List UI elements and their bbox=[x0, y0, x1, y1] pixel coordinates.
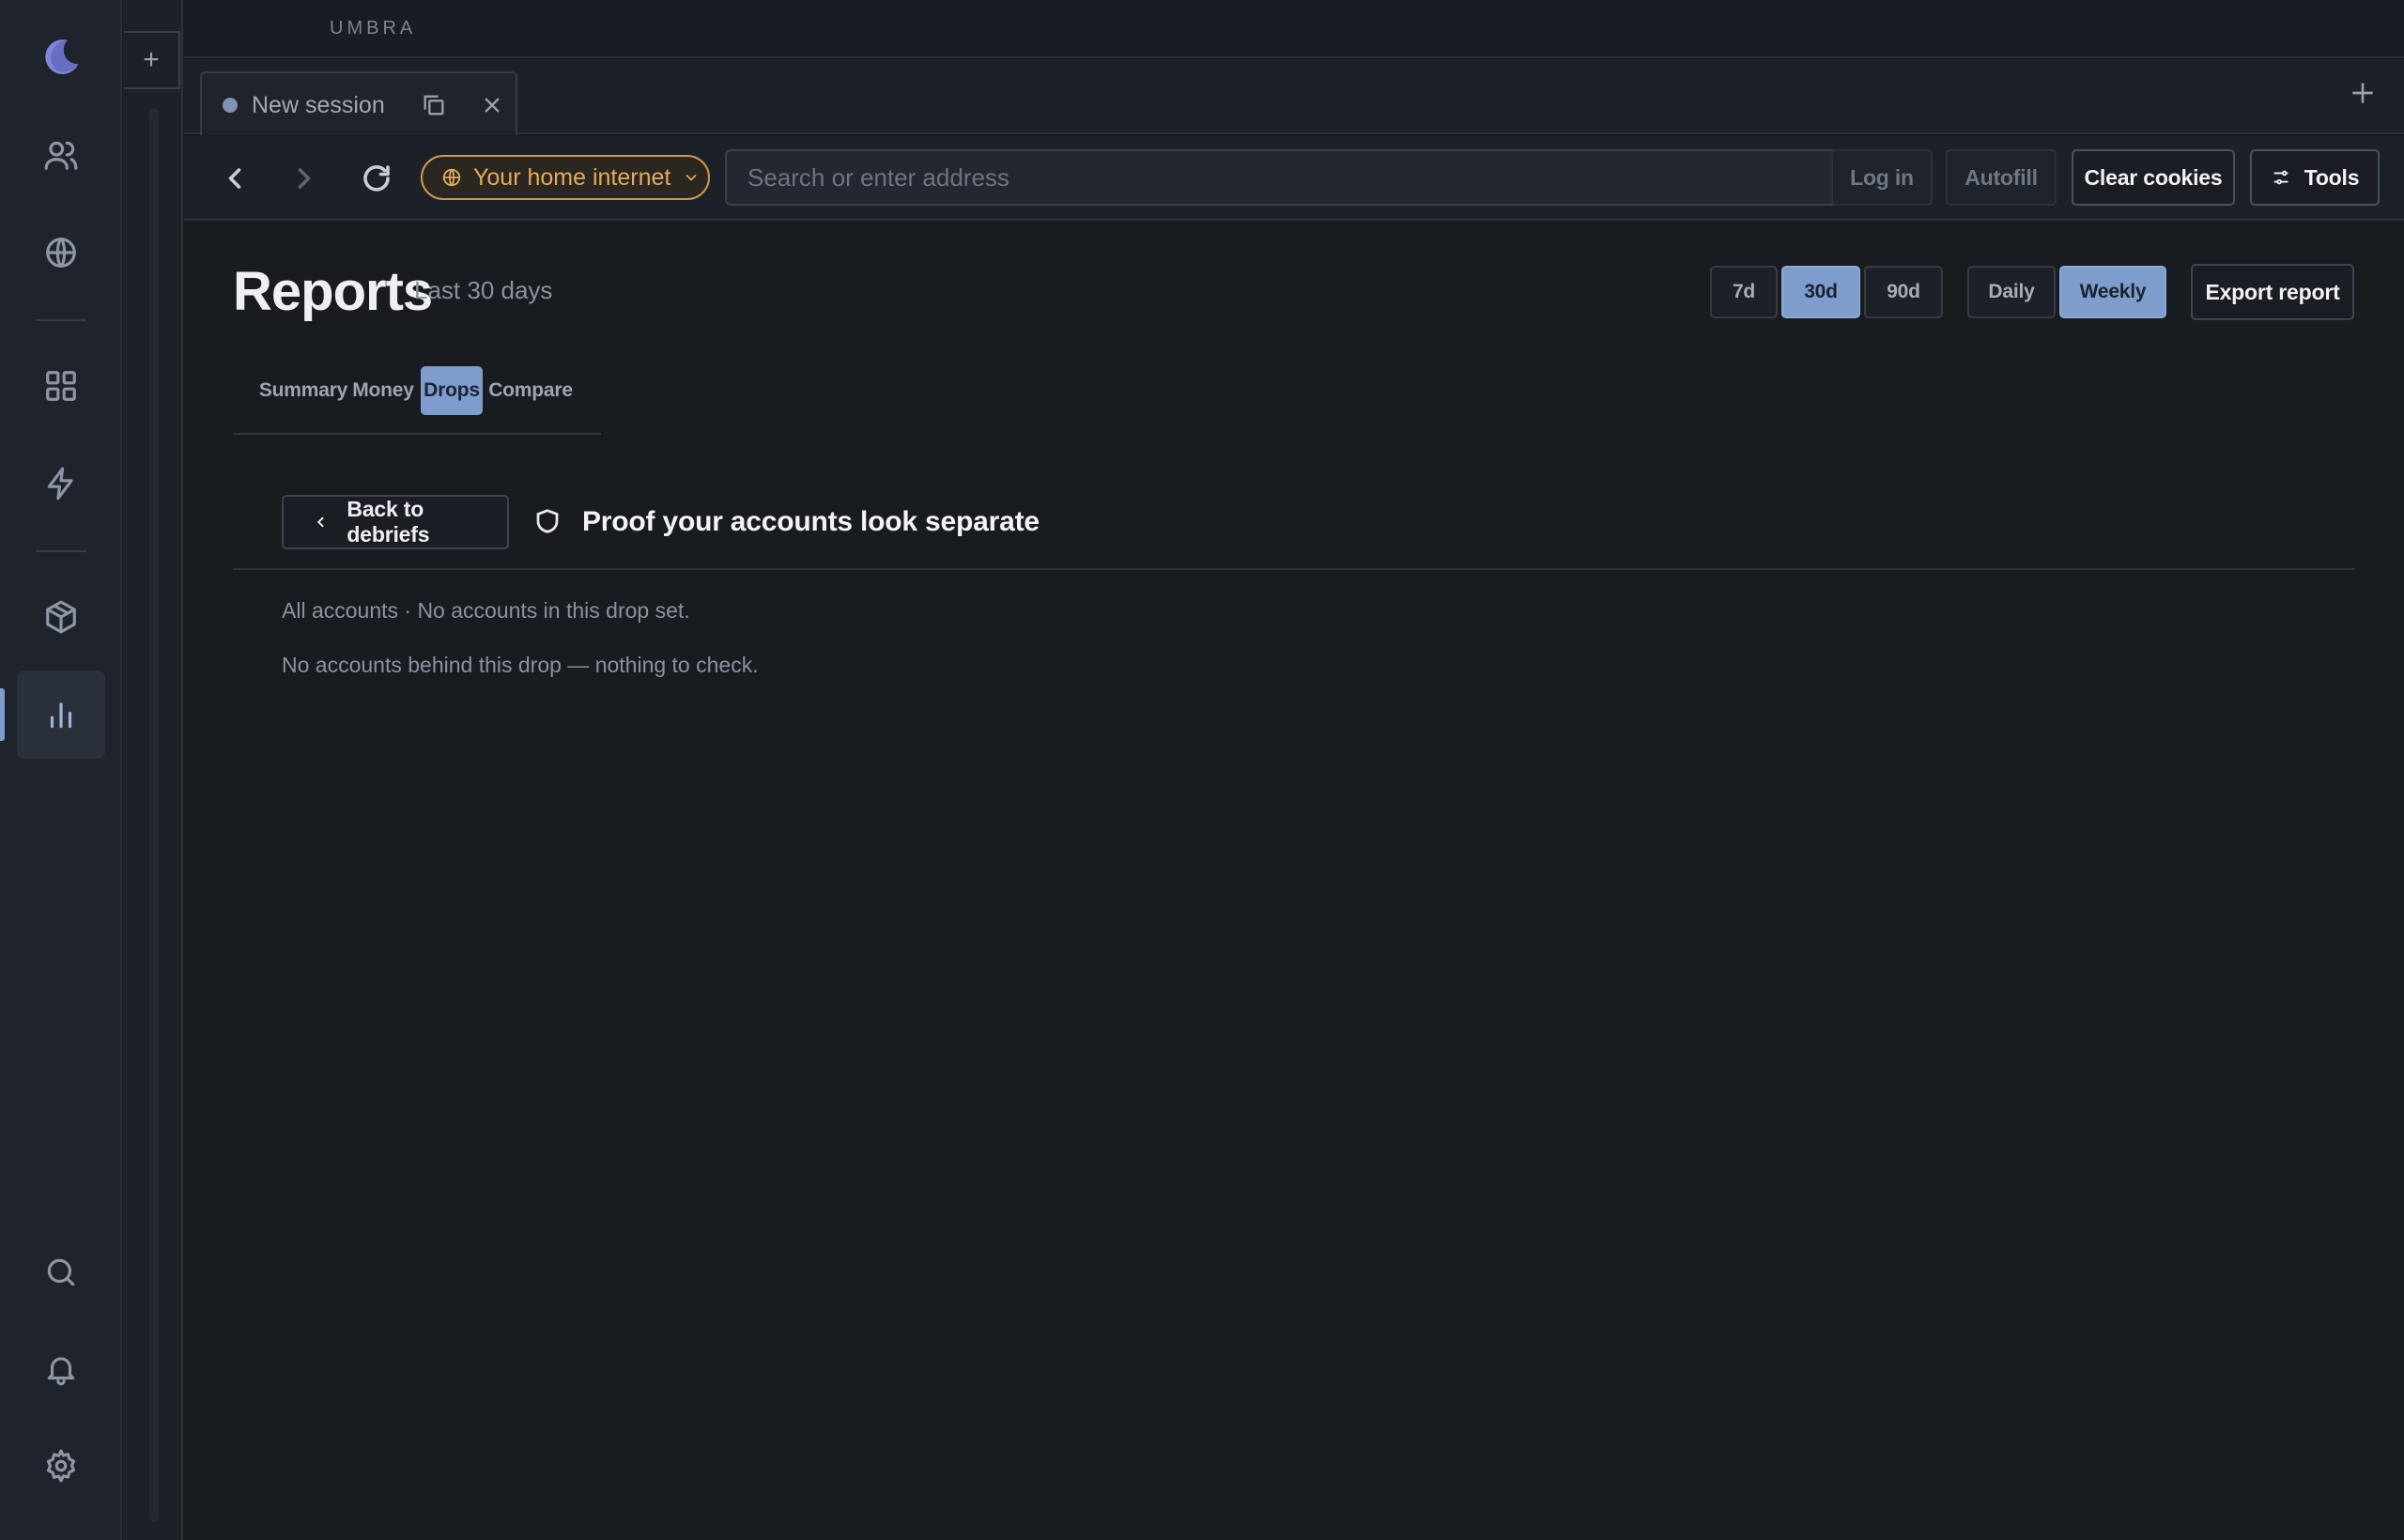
network-selector[interactable]: Your home internet bbox=[421, 155, 710, 200]
export-report-button[interactable]: Export report bbox=[2191, 264, 2354, 320]
rail-divider bbox=[36, 550, 86, 552]
autofill-button[interactable]: Autofill bbox=[1946, 149, 2057, 206]
chevron-left-icon bbox=[316, 516, 324, 528]
grid-icon[interactable] bbox=[17, 342, 105, 430]
new-tab-button[interactable] bbox=[2348, 78, 2378, 108]
tools-button[interactable]: Tools bbox=[2250, 149, 2380, 206]
strip-scrollbar[interactable] bbox=[149, 108, 159, 1521]
range-90d-button[interactable]: 90d bbox=[1864, 266, 1943, 318]
login-button[interactable]: Log in bbox=[1831, 149, 1933, 206]
reports-page: Reports Last 30 days 7d 30d 90d Daily We… bbox=[184, 223, 2404, 1540]
page-subtitle: Last 30 days bbox=[414, 276, 553, 304]
sliders-icon bbox=[2273, 170, 2288, 185]
chevron-down-icon bbox=[686, 174, 697, 181]
daily-button[interactable]: Daily bbox=[1967, 266, 2056, 318]
app-brand: UMBRA bbox=[330, 18, 417, 38]
report-tabs: Summary Money Drops Compare bbox=[233, 363, 601, 435]
title-bar: UMBRA bbox=[184, 0, 2404, 58]
session-strip: + bbox=[123, 0, 183, 1540]
search-icon[interactable] bbox=[17, 1228, 105, 1317]
rail-divider bbox=[36, 319, 86, 321]
tab-new-session[interactable]: New session bbox=[200, 71, 517, 135]
clear-cookies-button[interactable]: Clear cookies bbox=[2072, 149, 2235, 206]
tab-title: New session bbox=[252, 92, 385, 118]
back-to-debriefs-button[interactable]: Back to debriefs bbox=[282, 495, 509, 549]
address-input[interactable] bbox=[725, 149, 1906, 206]
tab-status-dot bbox=[223, 98, 238, 113]
globe-icon bbox=[442, 168, 461, 187]
tab-row: New session bbox=[184, 59, 2404, 135]
package-icon[interactable] bbox=[17, 573, 105, 661]
lightning-icon[interactable] bbox=[17, 439, 105, 528]
rail-active-indicator bbox=[0, 688, 5, 741]
tools-label: Tools bbox=[2304, 164, 2360, 190]
back-label: Back to debriefs bbox=[347, 497, 430, 547]
network-label: Your home internet bbox=[473, 163, 671, 191]
accounts-meta: All accounts · No accounts in this drop … bbox=[282, 598, 690, 623]
section-divider bbox=[233, 568, 2355, 570]
forward-arrow-icon[interactable] bbox=[287, 162, 321, 195]
range-7d-button[interactable]: 7d bbox=[1710, 266, 1778, 318]
users-icon[interactable] bbox=[17, 111, 105, 199]
page-title: Reports bbox=[233, 261, 433, 322]
moon-logo-icon[interactable] bbox=[17, 11, 105, 100]
address-bar: Your home internet Log in Autofill Clear… bbox=[184, 136, 2404, 221]
close-icon[interactable] bbox=[479, 92, 505, 118]
range-30d-button[interactable]: 30d bbox=[1781, 266, 1860, 318]
section-title: Proof your accounts look separate bbox=[582, 506, 1040, 537]
globe-icon[interactable] bbox=[17, 208, 105, 297]
gear-icon[interactable] bbox=[17, 1422, 105, 1510]
tab-money[interactable]: Money bbox=[349, 366, 417, 415]
add-session-button[interactable]: + bbox=[124, 31, 180, 89]
reload-icon[interactable] bbox=[360, 162, 393, 195]
tab-drops[interactable]: Drops bbox=[421, 366, 483, 415]
weekly-button[interactable]: Weekly bbox=[2059, 266, 2166, 318]
tab-compare[interactable]: Compare bbox=[486, 366, 575, 415]
shield-icon bbox=[533, 507, 562, 535]
tab-summary[interactable]: Summary bbox=[259, 366, 348, 415]
bar-chart-icon[interactable] bbox=[17, 670, 105, 759]
back-arrow-icon[interactable] bbox=[218, 162, 252, 195]
bell-icon[interactable] bbox=[17, 1325, 105, 1413]
duplicate-icon[interactable] bbox=[421, 92, 447, 118]
empty-state-message: No accounts behind this drop — nothing t… bbox=[282, 653, 759, 677]
nav-rail bbox=[0, 0, 122, 1540]
